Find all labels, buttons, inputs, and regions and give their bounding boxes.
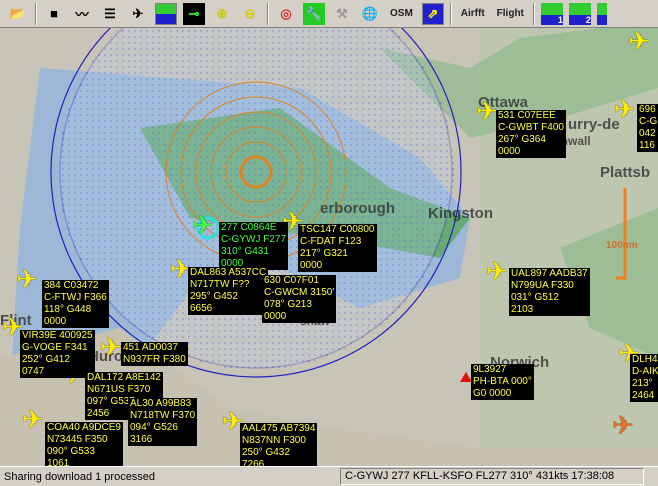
aircraft-icon[interactable]: ✈	[100, 334, 122, 360]
radar-map[interactable]: Ottawa urry-de Cornwall Plattsb erboroug…	[0, 28, 658, 466]
divider	[267, 2, 269, 25]
status-message: Sharing download 1 processed	[4, 470, 156, 483]
zoom-in-icon[interactable]: ⊕	[211, 3, 233, 25]
aircraft-label[interactable]: AL30 A99B83 N718TW F370 094° G526 3166	[128, 398, 198, 446]
aircraft-button[interactable]: Airfft	[458, 3, 488, 25]
track-wave-icon[interactable]: 〰	[71, 3, 93, 25]
layer-2-button[interactable]: 2	[568, 2, 591, 25]
aircraft-label[interactable]: VIR39E 400925 G-VOGE F341 252° G412 0747	[20, 330, 95, 378]
divider	[532, 2, 535, 25]
aircraft-icon[interactable]: ✈	[612, 412, 634, 438]
aircraft-icon[interactable]: ✈	[22, 406, 44, 432]
layer-3-button[interactable]	[596, 2, 607, 25]
aircraft-label[interactable]: COA40 A9DCE9 N73445 F350 090° G533 1061	[45, 422, 123, 466]
aircraft-icon[interactable]: ✈	[192, 212, 214, 238]
aircraft-icon[interactable]: ✈	[476, 98, 498, 124]
map-dark-icon[interactable]: ⊸	[183, 2, 205, 25]
aircraft-label[interactable]: AAL475 AB7394 N837NN F300 250° G432 7266	[240, 423, 318, 466]
place-label: Kingston	[428, 205, 493, 222]
aircraft-label[interactable]: 696 C-G 042 116	[637, 104, 658, 152]
aircraft-label[interactable]: DLH4 D-AIK 213° 2464	[630, 354, 658, 402]
ground-vehicle-label[interactable]: 9L3927 PH-BTA 000° G0 0000	[471, 364, 534, 400]
tools-icon[interactable]: ⚒	[331, 3, 353, 25]
target-icon[interactable]: ◎	[275, 3, 297, 25]
aircraft-icon[interactable]: ✈	[486, 258, 508, 284]
aircraft-label[interactable]: UAL897 AADB37 N799UA F330 031° G512 2103	[509, 268, 590, 316]
globe-icon[interactable]: 🌐	[359, 3, 381, 25]
map-layer-icon[interactable]	[155, 2, 177, 25]
divider	[35, 2, 37, 25]
place-label: erborough	[320, 200, 395, 217]
status-bar: Sharing download 1 processed C-GYWJ 277 …	[0, 466, 658, 486]
flight-button[interactable]: Flight	[494, 3, 527, 25]
selected-flight-info: C-GYWJ 277 KFLL-KSFO FL277 310° 431kts 1…	[340, 468, 644, 485]
aircraft-label[interactable]: TSC147 C00800 C-FDAT F123 217° G321 0000	[298, 224, 377, 272]
aircraft-icon[interactable]: ✈	[16, 266, 38, 292]
scale-label: 100nm	[606, 240, 638, 251]
aircraft-label[interactable]: 384 C03472 C-FTWJ F366 118° G448 0000	[42, 280, 109, 328]
airplane-icon[interactable]: ✈	[127, 3, 149, 25]
divider	[449, 2, 452, 25]
aircraft-icon[interactable]: ✈	[614, 96, 636, 122]
wrench-icon[interactable]: 🔧	[303, 2, 325, 25]
stop-icon[interactable]: ■	[43, 3, 65, 25]
osm-button[interactable]: OSM	[387, 3, 416, 25]
sync-icon[interactable]: ⇗	[421, 2, 444, 25]
aircraft-label[interactable]: 630 C07F01 C-GWCM 3150' 078° G213 0000	[262, 275, 337, 323]
place-label: urry-de	[568, 116, 620, 133]
zoom-out-icon[interactable]: ⊖	[239, 3, 261, 25]
aircraft-label[interactable]: 531 C07EEE C-GWBT F400 267° G364 0000	[496, 110, 566, 158]
aircraft-icon[interactable]: ✈	[628, 28, 650, 54]
aircraft-label[interactable]: 277 C0864E C-GYWJ F277 310° G431 0000	[219, 222, 289, 270]
toolbar: 📂 ■ 〰 ☰ ✈ ⊸ ⊕ ⊖ ◎ 🔧 ⚒ 🌐 OSM ⇗ Airfft Fli…	[0, 0, 658, 28]
open-folder-icon[interactable]: 📂	[7, 3, 29, 25]
aircraft-label[interactable]: DAL863 A537CC N717TW F?? 295° G452 6656	[188, 267, 269, 315]
place-label: Plattsb	[600, 164, 651, 181]
altitude-bars-icon[interactable]: ☰	[99, 3, 121, 25]
aircraft-label[interactable]: 451 AD0037 N937FR F380	[121, 342, 188, 366]
layer-1-button[interactable]: 1	[540, 2, 563, 25]
